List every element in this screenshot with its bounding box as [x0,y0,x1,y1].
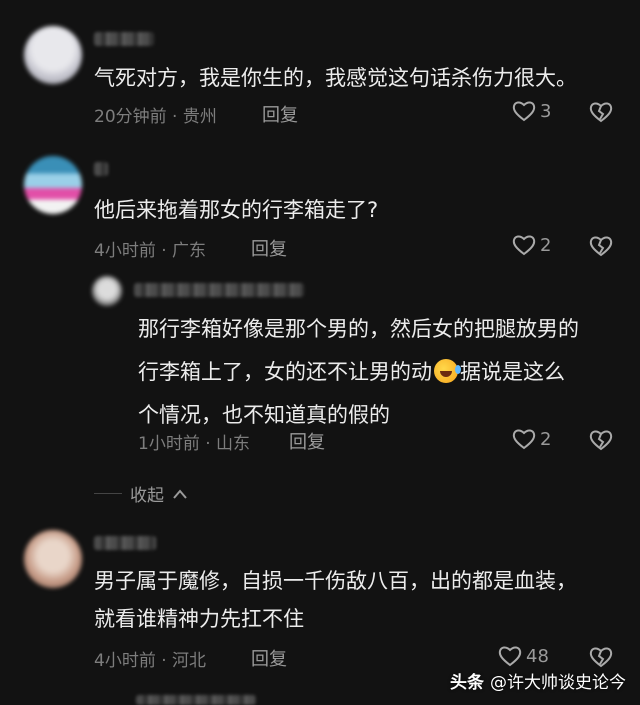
like-count: 48 [526,645,549,667]
comment-text: 他后来拖着那女的行李箱走了? [94,198,379,222]
heart-outline-icon [512,428,536,450]
username-blurred[interactable] [94,536,156,550]
broken-heart-icon[interactable] [589,646,613,668]
reply-button[interactable]: 回复 [251,645,287,671]
watermark-account: @许大帅谈史论今 [490,673,626,693]
watermark-brand: 头条 [450,673,484,693]
broken-heart-icon[interactable] [589,429,613,451]
avatar[interactable] [24,156,82,214]
comment-meta: 20分钟前 · 贵州 [94,107,217,127]
broken-heart-icon[interactable] [589,101,613,123]
reply-text-line: 那行李箱好像是那个男的，然后女的把腿放男的 [138,317,579,341]
comment-text-line: 男子属于魔修，自损一千伤敌八百，出的都是血装， [94,569,577,593]
reply-button[interactable]: 回复 [262,101,298,127]
avatar[interactable] [92,276,122,306]
collapse-replies-button[interactable]: 收起 [94,481,188,506]
collapse-label: 收起 [130,486,164,506]
username-blurred[interactable] [94,32,154,46]
comment-meta: 4小时前 · 河北 [94,651,207,671]
comment-text-line: 就看谁精神力先扛不住 [94,607,304,631]
username-blurred[interactable] [134,283,304,297]
reply-text-line: 行李箱上了，女的还不让男的动 据说是这么 [138,359,565,384]
reply-text: 那行李箱好像是那个男的，然后女的把腿放男的 行李箱上了，女的还不让男的动 据说是这… [138,308,579,437]
broken-heart-icon[interactable] [589,235,613,257]
heart-outline-icon [512,100,536,122]
like-count: 2 [540,428,552,450]
like-count: 3 [540,100,552,122]
reply-button[interactable]: 回复 [251,235,287,261]
avatar[interactable] [24,26,82,84]
like-count: 2 [540,234,552,256]
like-button[interactable]: 48 [498,645,549,667]
expand-replies-partial[interactable] [136,695,256,705]
username-blurred[interactable] [94,162,108,176]
comment-text: 气死对方，我是你生的，我感觉这句话杀伤力很大。 [94,66,577,90]
comment-text: 男子属于魔修，自损一千伤敌八百，出的都是血装， 就看谁精神力先扛不住 [94,562,577,638]
like-button[interactable]: 2 [512,234,551,256]
laughing-tears-emoji-icon [434,359,461,383]
divider [94,493,122,494]
heart-outline-icon [512,234,536,256]
like-button[interactable]: 2 [512,428,551,450]
like-button[interactable]: 3 [512,100,551,122]
chevron-up-icon [172,488,188,500]
comment-meta: 1小时前 · 山东 [138,434,251,454]
heart-outline-icon [498,645,522,667]
watermark: 头条 @许大帅谈史论今 [450,668,626,693]
reply-button[interactable]: 回复 [289,428,325,454]
avatar[interactable] [24,530,82,588]
comment-meta: 4小时前 · 广东 [94,241,207,261]
